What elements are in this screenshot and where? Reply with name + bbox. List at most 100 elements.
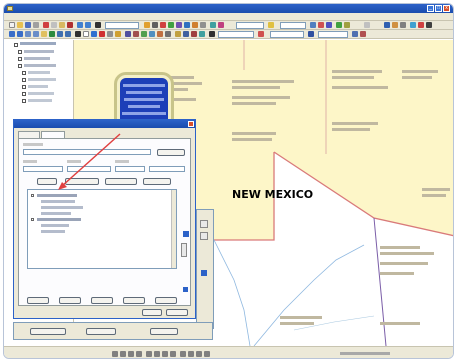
dialog-button[interactable] xyxy=(30,328,66,335)
select-elements-icon[interactable] xyxy=(83,31,89,37)
hyperlink-icon[interactable] xyxy=(115,31,121,37)
toolbar-icon[interactable] xyxy=(191,31,197,37)
toolbar-icon[interactable] xyxy=(400,22,406,28)
back-extent-icon[interactable] xyxy=(57,31,63,37)
zoom-in-icon[interactable] xyxy=(9,31,15,37)
dialog-button[interactable] xyxy=(27,297,49,304)
layer-entry[interactable] xyxy=(20,42,56,45)
dialog-button[interactable] xyxy=(157,149,185,156)
print-icon[interactable] xyxy=(33,22,39,28)
paste-icon[interactable] xyxy=(59,22,65,28)
layer-entry[interactable] xyxy=(28,92,54,95)
status-icon[interactable] xyxy=(112,351,118,357)
cut-icon[interactable] xyxy=(43,22,49,28)
dialog-button[interactable] xyxy=(105,178,137,185)
layer-entry[interactable] xyxy=(28,78,56,81)
status-icon[interactable] xyxy=(188,351,194,357)
toolbar-icon[interactable] xyxy=(184,22,190,28)
layer-checkbox[interactable] xyxy=(18,50,22,54)
toolbar-icon[interactable] xyxy=(160,22,166,28)
toolbar-icon[interactable] xyxy=(308,31,314,37)
dialog-button[interactable] xyxy=(155,297,177,304)
ok-button[interactable] xyxy=(142,309,162,316)
toolbar-icon[interactable] xyxy=(157,31,163,37)
toolbar-icon[interactable] xyxy=(199,31,205,37)
toolbar-icon[interactable] xyxy=(168,22,174,28)
layer-checkbox[interactable] xyxy=(22,71,26,75)
dialog-button[interactable] xyxy=(91,297,113,304)
layer-entry[interactable] xyxy=(28,85,48,88)
tree-node[interactable] xyxy=(37,218,81,221)
spin-button[interactable] xyxy=(181,243,187,257)
new-document-icon[interactable] xyxy=(9,22,15,28)
tree-node[interactable] xyxy=(37,194,77,197)
toolbar-icon[interactable] xyxy=(125,31,131,37)
status-icon[interactable] xyxy=(154,351,160,357)
status-icon[interactable] xyxy=(204,351,210,357)
layer-entry[interactable] xyxy=(24,64,56,67)
dialog-button[interactable] xyxy=(123,297,145,304)
toolbar-icon[interactable] xyxy=(318,22,324,28)
layer-entry[interactable] xyxy=(28,71,50,74)
move-up-button[interactable] xyxy=(200,220,208,228)
toolbar-icon[interactable] xyxy=(268,22,274,28)
dialog-close-icon[interactable] xyxy=(188,121,194,127)
toolbar-icon[interactable] xyxy=(218,22,224,28)
arctoolbox-icon[interactable] xyxy=(152,22,158,28)
text-input[interactable] xyxy=(115,166,145,172)
add-data-icon[interactable] xyxy=(95,22,101,28)
fixed-zoom-out-icon[interactable] xyxy=(33,31,39,37)
toolbar-icon[interactable] xyxy=(344,22,350,28)
toolbar-icon[interactable] xyxy=(418,22,424,28)
expression-input[interactable] xyxy=(23,149,151,155)
toolbar-icon[interactable] xyxy=(149,31,155,37)
cancel-button[interactable] xyxy=(166,309,188,316)
tree-node[interactable] xyxy=(41,212,71,215)
status-icon[interactable] xyxy=(136,351,142,357)
toolbar-icon[interactable] xyxy=(192,22,198,28)
layer-checkbox[interactable] xyxy=(22,85,26,89)
toolbar-icon[interactable] xyxy=(165,31,171,37)
layer-entry[interactable] xyxy=(24,50,54,53)
toolbar-icon[interactable] xyxy=(258,31,264,37)
fixed-zoom-in-icon[interactable] xyxy=(25,31,31,37)
toolbar-combo[interactable] xyxy=(318,31,348,38)
status-icon[interactable] xyxy=(170,351,176,357)
tree-expand-toggle[interactable] xyxy=(31,218,34,221)
toolbar-icon[interactable] xyxy=(133,31,139,37)
delete-icon[interactable] xyxy=(67,22,73,28)
redo-icon[interactable] xyxy=(85,22,91,28)
tree-node[interactable] xyxy=(41,224,69,227)
toolbar-icon[interactable] xyxy=(410,22,416,28)
tab-expression[interactable] xyxy=(18,131,40,138)
layer-checkbox[interactable] xyxy=(18,57,22,61)
forward-extent-icon[interactable] xyxy=(65,31,71,37)
toolbar-icon[interactable] xyxy=(200,22,206,28)
layer-checkbox[interactable] xyxy=(22,92,26,96)
identify-icon[interactable] xyxy=(91,31,97,37)
toolbar-icon[interactable] xyxy=(209,31,215,37)
status-icon[interactable] xyxy=(196,351,202,357)
tree-expand-toggle[interactable] xyxy=(31,194,34,197)
tree-scrollbar[interactable] xyxy=(171,190,176,268)
toolbar-icon[interactable] xyxy=(364,22,370,28)
dialog-button[interactable] xyxy=(59,297,81,304)
status-icon[interactable] xyxy=(128,351,134,357)
text-input[interactable] xyxy=(23,166,63,172)
dialog-button[interactable] xyxy=(37,178,57,185)
text-input[interactable] xyxy=(149,166,185,172)
toolbar-icon[interactable] xyxy=(392,22,398,28)
toolbar-icon[interactable] xyxy=(176,22,182,28)
open-folder-icon[interactable] xyxy=(17,22,23,28)
find-icon[interactable] xyxy=(99,31,105,37)
tree-node[interactable] xyxy=(41,206,83,209)
maximize-button[interactable]: □ xyxy=(435,5,442,12)
toolbar-icon[interactable] xyxy=(210,22,216,28)
move-down-button[interactable] xyxy=(200,232,208,240)
minimize-button[interactable]: _ xyxy=(427,5,434,12)
close-button[interactable]: x xyxy=(443,5,450,12)
measure-icon[interactable] xyxy=(107,31,113,37)
dialog-button[interactable] xyxy=(65,178,99,185)
status-icon[interactable] xyxy=(180,351,186,357)
tree-node[interactable] xyxy=(41,230,65,233)
